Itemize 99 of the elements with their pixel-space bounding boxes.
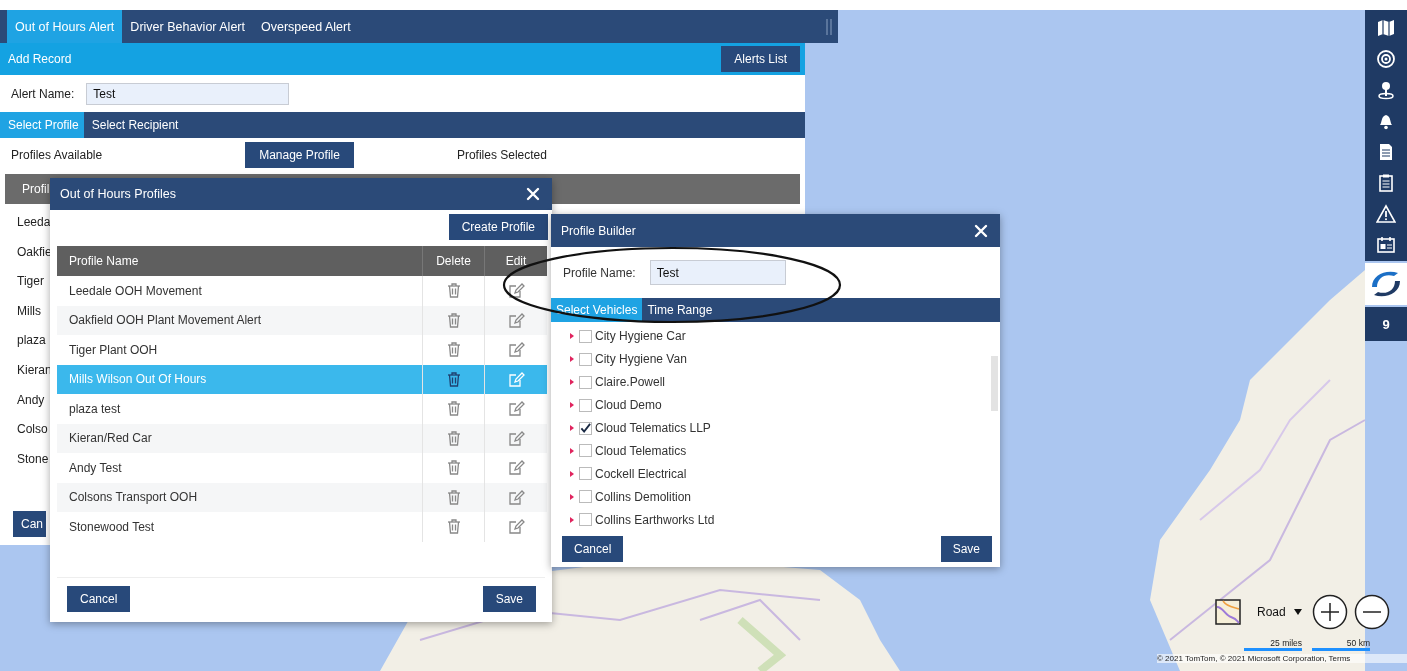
warning-icon[interactable]: [1376, 204, 1396, 224]
expand-caret-icon[interactable]: [568, 515, 576, 524]
table-cell-text: Tiger Plant OOH: [68, 341, 159, 359]
field-label: Profile Name:: [563, 265, 636, 280]
vehicle-name: Cloud Demo: [595, 398, 662, 413]
table-cell-text: Colso: [17, 421, 48, 439]
target-icon[interactable]: [1376, 49, 1396, 69]
expand-caret-icon[interactable]: [568, 446, 576, 455]
expand-caret-icon[interactable]: [568, 355, 576, 364]
table-row[interactable]: Kieran/Red Car: [57, 423, 547, 453]
dialog-title: Out of Hours Profiles: [60, 187, 176, 201]
id-card-icon[interactable]: [1376, 235, 1396, 255]
trash-icon[interactable]: [445, 518, 462, 536]
trash-icon[interactable]: [445, 282, 462, 300]
vehicle-name: Cockell Electrical: [595, 466, 687, 481]
table-cell-text: Oakfie: [17, 243, 52, 261]
trash-icon[interactable]: [445, 429, 462, 447]
table-cell-text: Stonewood Test: [68, 518, 156, 536]
save-button[interactable]: Save: [940, 536, 992, 562]
scale-bar: 25 miles: [1244, 638, 1302, 651]
vehicle-name: City Hygiene Van: [595, 352, 687, 367]
close-icon[interactable]: [974, 223, 988, 238]
checkbox[interactable]: [579, 329, 592, 343]
checkbox[interactable]: [579, 444, 592, 458]
table-cell-text: Andy: [17, 391, 45, 409]
checkbox[interactable]: [579, 421, 592, 435]
resize-handle-icon[interactable]: [825, 16, 833, 37]
scrollbar[interactable]: [991, 356, 998, 411]
edit-icon[interactable]: [507, 282, 525, 300]
column-header: Profil: [22, 182, 50, 196]
close-icon[interactable]: [526, 187, 540, 201]
checkbox[interactable]: [579, 513, 592, 527]
zoom-out-icon[interactable]: [1353, 594, 1390, 630]
expand-caret-icon[interactable]: [568, 401, 576, 410]
table-cell-text: Andy Test: [68, 459, 123, 477]
checkbox[interactable]: [579, 352, 592, 366]
trash-icon[interactable]: [445, 311, 462, 329]
expand-caret-icon[interactable]: [568, 492, 576, 501]
vehicle-name: Collins Demolition: [595, 489, 692, 504]
create-profile-button[interactable]: Create Profile: [448, 214, 548, 240]
map-icon[interactable]: [1376, 18, 1396, 38]
vehicle-name: City Hygiene Car: [595, 329, 686, 344]
vehicle-name: Cloud Telematics LLP: [595, 421, 711, 435]
clipboard-icon[interactable]: [1376, 173, 1396, 193]
manage-profile-button[interactable]: Manage Profile: [245, 142, 354, 168]
label: Profiles Selected: [456, 148, 547, 162]
table-cell-text: Kieran/Red Car: [68, 430, 153, 448]
table-cell-text: Leeda: [17, 214, 51, 231]
cancel-button[interactable]: Can: [13, 511, 46, 537]
table-cell-text: plaza: [17, 332, 46, 350]
scale-bar: 50 km: [1312, 638, 1370, 651]
save-button[interactable]: Save: [482, 586, 536, 612]
vehicle-name: Collins Earthworks Ltd: [595, 512, 715, 527]
expand-caret-icon[interactable]: [568, 469, 576, 478]
trash-icon[interactable]: [445, 341, 462, 359]
checkbox[interactable]: [579, 375, 592, 389]
trash-icon[interactable]: [445, 488, 462, 506]
alerts-list-button[interactable]: Alerts List: [721, 46, 800, 72]
cancel-button[interactable]: Cancel: [562, 536, 624, 562]
profile-name-field[interactable]: Test: [649, 260, 786, 285]
table-row[interactable]: Colsons Transport OOH: [57, 482, 547, 512]
label: Profiles Available: [11, 148, 103, 162]
cancel-button[interactable]: Cancel: [67, 586, 131, 612]
table-cell-text: Oakfield OOH Plant Movement Alert: [68, 312, 263, 330]
tab[interactable]: Time Range: [642, 298, 718, 322]
table-row[interactable]: Oakfield OOH Plant Movement Alert: [57, 305, 547, 335]
zoom-in-icon[interactable]: [1311, 594, 1348, 630]
tab[interactable]: Select Recipient: [83, 112, 184, 138]
field-label: Alert Name:: [11, 86, 75, 101]
trash-icon[interactable]: [445, 400, 462, 418]
map-attribution: © 2021 TomTom, © 2021 Microsoft Corporation, Terms: [1157, 654, 1407, 663]
caret-icon: [1293, 609, 1302, 615]
table-cell-text: Tiger: [17, 273, 44, 291]
location-pin-icon[interactable]: [1376, 80, 1396, 100]
checkbox[interactable]: [579, 467, 592, 481]
column-header: Profile Name: [68, 253, 140, 270]
dialog-title: Profile Builder: [561, 223, 636, 238]
panel-title: Add Record: [8, 52, 72, 66]
trash-icon[interactable]: [445, 459, 462, 477]
map-style-dropdown[interactable]: Road: [1253, 605, 1306, 619]
tab[interactable]: Overspeed Alert: [253, 10, 359, 43]
tab[interactable]: Driver Behavior Alert: [122, 10, 253, 43]
table-cell-text: Mills: [17, 302, 41, 320]
table-cell-text: Mills Wilson Out Of Hours: [68, 371, 208, 389]
vehicle-name: Claire.Powell: [595, 375, 666, 390]
map-layer-icon[interactable]: [1215, 599, 1241, 625]
expand-caret-icon[interactable]: [568, 424, 576, 432]
expand-caret-icon[interactable]: [568, 332, 576, 341]
table-cell-text: Leedale OOH Movement: [68, 282, 203, 300]
table-cell-text: Colsons Transport OOH: [68, 489, 199, 507]
checkbox[interactable]: [579, 490, 592, 504]
vehicle-name: Cloud Telematics: [595, 443, 687, 458]
trash-icon[interactable]: [445, 370, 462, 388]
alert-name-field[interactable]: Test: [86, 82, 290, 105]
table-cell-text: plaza test: [68, 400, 122, 418]
checkbox[interactable]: [579, 398, 592, 412]
notification-count[interactable]: 9: [1365, 307, 1407, 341]
table-cell-text: Stone: [17, 450, 49, 468]
expand-caret-icon[interactable]: [568, 378, 576, 387]
